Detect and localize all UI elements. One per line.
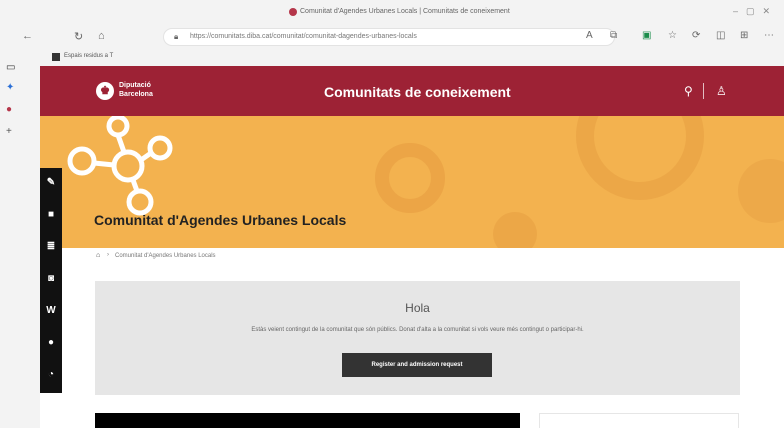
hero-banner [40,116,784,248]
lock-icon[interactable]: 🔒︎ [174,32,178,42]
welcome-heading: Hola [405,301,430,315]
browser-sidebar: ▭ ✦ ● + [0,52,40,428]
logo-text-line1[interactable]: Diputació [119,82,151,89]
back-icon[interactable]: ← [22,30,33,42]
site-header: ♚ Diputació Barcelona Comunitats de cone… [40,66,784,116]
diputacio-logo-icon[interactable]: ♚ [96,82,114,100]
wikipedia-icon[interactable]: W [40,305,62,316]
favorite-item-icon[interactable] [52,53,60,61]
split-screen-icon[interactable]: ◫ [716,30,725,41]
tab-actions-icon[interactable]: ▭ [6,62,15,73]
side-card [539,413,739,428]
home-icon[interactable]: ⌂ [98,30,105,42]
rss-icon[interactable]: ◔ [40,369,62,380]
tab-favicon [289,8,297,16]
url-text[interactable]: https://comunitats.diba.cat/comunitat/co… [190,33,417,40]
user-login-icon[interactable]: ♙ [716,84,727,98]
extension-icon[interactable]: ▣ [642,30,651,41]
add-app-icon[interactable]: + [6,126,12,137]
translate-icon[interactable]: ⧉ [610,30,617,41]
web-page: ♚ Diputació Barcelona Comunitats de cone… [40,66,784,428]
collections-icon[interactable]: ⊞ [740,30,748,41]
breadcrumb-separator: › [107,252,109,258]
more-icon[interactable]: ⋯ [764,30,774,41]
welcome-box: Hola Estàs veient contingut de la comuni… [95,281,740,395]
tab-title[interactable]: Comunitat d'Agendes Urbanes Locals | Com… [300,8,510,15]
page-title: Comunitat d'Agendes Urbanes Locals [94,212,347,228]
favorite-star-icon[interactable]: ☆ [668,30,677,41]
video-player[interactable] [95,413,520,428]
network-logo-icon [67,116,173,216]
browser-title-bar: Comunitat d'Agendes Urbanes Locals | Com… [0,0,784,26]
sidebar-profile-icon[interactable]: ● [6,104,12,115]
breadcrumb-home-icon[interactable]: ⌂ [96,252,100,259]
chat-icon[interactable]: ● [40,337,62,348]
read-aloud-icon[interactable]: A [586,30,593,41]
refresh-page-icon[interactable]: ⟳ [692,30,700,41]
address-bar[interactable]: 🔒︎ https://comunitats.diba.cat/comunitat… [163,28,615,46]
camera-icon[interactable]: ◙ [40,273,62,284]
welcome-text: Estàs veient contingut de la comunitat q… [251,327,584,333]
document-icon[interactable]: ■ [40,209,62,220]
search-icon[interactable]: ⚲ [684,84,693,98]
logo-text-line2[interactable]: Barcelona [119,91,153,98]
header-divider [703,83,704,99]
favorites-bar: Espais residus a T [40,50,784,64]
site-title[interactable]: Comunitats de coneixement [324,84,511,100]
list-icon[interactable]: ≣ [40,241,62,252]
banner-decoration [67,116,784,248]
browser-toolbar: ← ↻ ⌂ 🔒︎ https://comunitats.diba.cat/com… [22,26,784,48]
breadcrumb-current: Comunitat d'Agendes Urbanes Locals [115,253,216,259]
refresh-icon[interactable]: ↻ [74,30,83,43]
edit-icon[interactable]: ✎ [40,177,62,188]
window-controls[interactable]: –▢✕ [733,6,778,17]
sidebar-app-icon[interactable]: ✦ [6,82,14,93]
social-share-bar: ✎ ■ ≣ ◙ W ● ◔ [40,168,62,393]
register-button[interactable]: Register and admission request [342,353,492,377]
favorite-item-label[interactable]: Espais residus a T [64,53,113,59]
